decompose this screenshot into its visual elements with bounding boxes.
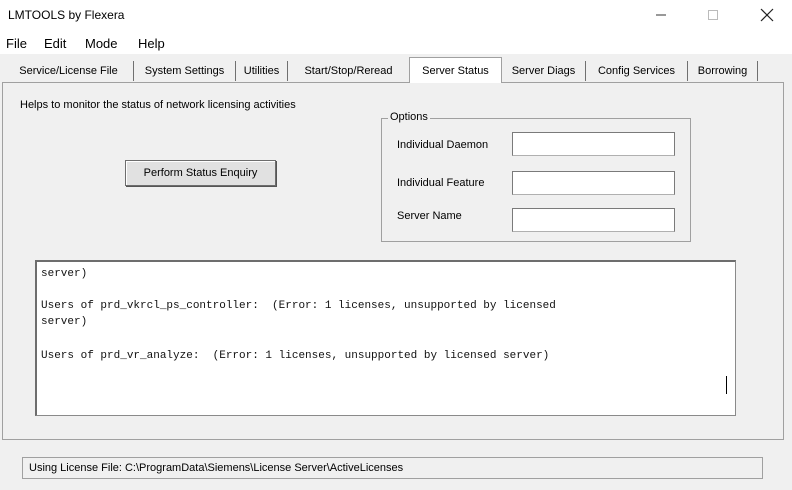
close-button[interactable]	[744, 0, 790, 30]
menu-file[interactable]: File	[6, 36, 27, 51]
tab-server-diags[interactable]: Server Diags	[502, 61, 586, 81]
server-name-label: Server Name	[397, 210, 462, 222]
individual-daemon-label: Individual Daemon	[397, 139, 489, 151]
options-legend: Options	[388, 111, 430, 123]
menu-mode[interactable]: Mode	[85, 36, 118, 51]
tab-utilities[interactable]: Utilities	[236, 61, 288, 81]
output-line: Users of prd_vkrcl_ps_controller: (Error…	[41, 300, 556, 312]
output-line: server)	[41, 268, 88, 280]
perform-status-enquiry-button[interactable]: Perform Status Enquiry	[125, 160, 276, 186]
maximize-button[interactable]	[690, 0, 736, 30]
tab-borrowing[interactable]: Borrowing	[688, 61, 758, 81]
individual-feature-label: Individual Feature	[397, 177, 485, 189]
individual-daemon-input[interactable]	[512, 132, 675, 156]
tab-config-services[interactable]: Config Services	[586, 61, 688, 81]
menu-edit[interactable]: Edit	[44, 36, 66, 51]
tab-server-status[interactable]: Server Status	[409, 57, 502, 83]
text-caret	[726, 376, 727, 394]
status-output-textarea[interactable]: server) Users of prd_vkrcl_ps_controller…	[35, 260, 736, 416]
minimize-icon	[656, 14, 666, 16]
maximize-icon	[708, 10, 718, 20]
license-file-status-bar: Using License File: C:\ProgramData\Sieme…	[22, 457, 763, 479]
tab-service-license-file[interactable]: Service/License File	[4, 61, 134, 81]
server-name-input[interactable]	[512, 208, 675, 232]
output-line: Users of prd_vr_analyze: (Error: 1 licen…	[41, 350, 550, 362]
individual-feature-input[interactable]	[512, 171, 675, 195]
close-icon	[760, 8, 774, 22]
title-bar: LMTOOLS by Flexera	[0, 0, 792, 30]
help-text: Helps to monitor the status of network l…	[20, 99, 296, 111]
tab-start-stop-reread[interactable]: Start/Stop/Reread	[288, 61, 410, 81]
window-title: LMTOOLS by Flexera	[8, 8, 125, 22]
tab-strip: Service/License File System Settings Uti…	[0, 57, 792, 83]
license-file-path: Using License File: C:\ProgramData\Sieme…	[29, 462, 404, 474]
minimize-button[interactable]	[638, 0, 684, 30]
menu-bar: File Edit Mode Help	[0, 30, 792, 54]
tab-system-settings[interactable]: System Settings	[134, 61, 236, 81]
menu-help[interactable]: Help	[138, 36, 165, 51]
output-line: server)	[41, 316, 88, 328]
